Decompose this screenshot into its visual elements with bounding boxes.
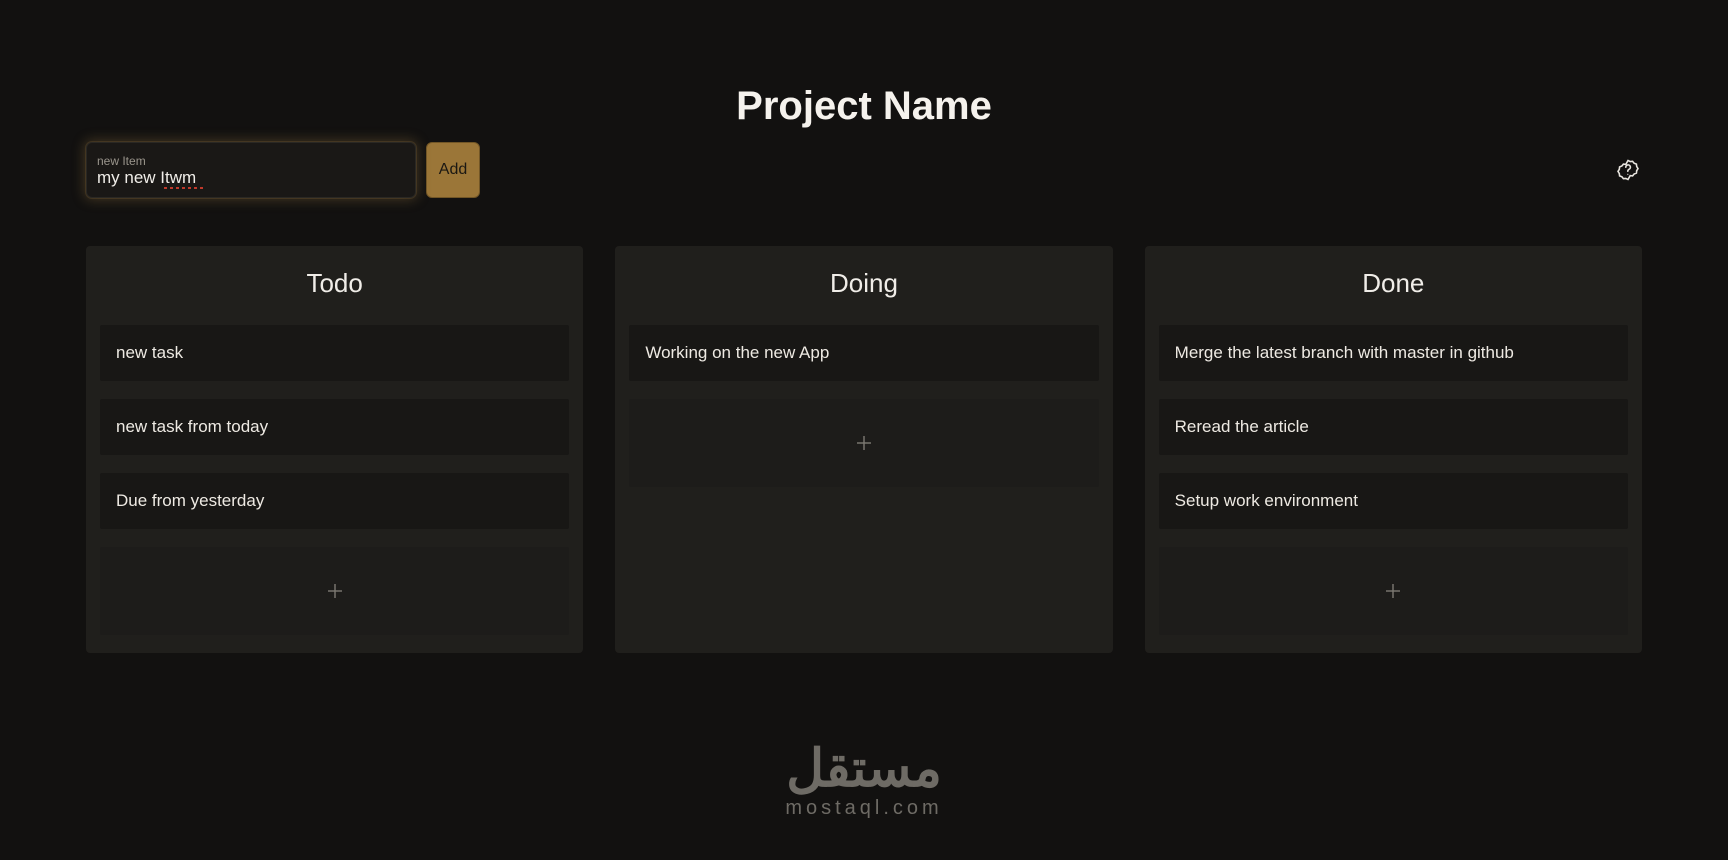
column-title-doing: Doing	[629, 260, 1098, 325]
column-done: Done Merge the latest branch with master…	[1145, 246, 1642, 653]
add-item-group: new Item Add	[86, 142, 480, 198]
column-doing: Doing Working on the new App	[615, 246, 1112, 653]
column-title-todo: Todo	[100, 260, 569, 325]
plus-icon	[1383, 581, 1403, 601]
watermark-latin: mostaql.com	[785, 797, 942, 820]
watermark-arabic: مستقل	[785, 743, 942, 795]
plus-icon	[325, 581, 345, 601]
new-item-input-text	[97, 168, 405, 188]
watermark: مستقل mostaql.com	[785, 743, 942, 820]
kanban-page: Project Name new Item Add Todo new task …	[0, 0, 1728, 860]
task-card[interactable]: Working on the new App	[629, 325, 1098, 381]
column-todo: Todo new task new task from today Due fr…	[86, 246, 583, 653]
add-card-done[interactable]	[1159, 547, 1628, 635]
add-card-todo[interactable]	[100, 547, 569, 635]
add-card-doing[interactable]	[629, 399, 1098, 487]
task-card[interactable]: new task	[100, 325, 569, 381]
new-item-input[interactable]	[97, 168, 405, 188]
task-card[interactable]: Reread the article	[1159, 399, 1628, 455]
task-card[interactable]: Setup work environment	[1159, 473, 1628, 529]
new-item-label: new Item	[97, 154, 405, 168]
top-row: new Item Add	[86, 140, 1642, 200]
task-card[interactable]: Due from yesterday	[100, 473, 569, 529]
kanban-board: Todo new task new task from today Due fr…	[86, 246, 1642, 653]
page-title: Project Name	[0, 0, 1728, 129]
help-icon[interactable]	[1614, 156, 1642, 184]
task-card[interactable]: new task from today	[100, 399, 569, 455]
add-button[interactable]: Add	[426, 142, 480, 198]
new-item-input-wrap[interactable]: new Item	[86, 142, 416, 198]
column-title-done: Done	[1159, 260, 1628, 325]
task-card[interactable]: Merge the latest branch with master in g…	[1159, 325, 1628, 381]
plus-icon	[854, 433, 874, 453]
